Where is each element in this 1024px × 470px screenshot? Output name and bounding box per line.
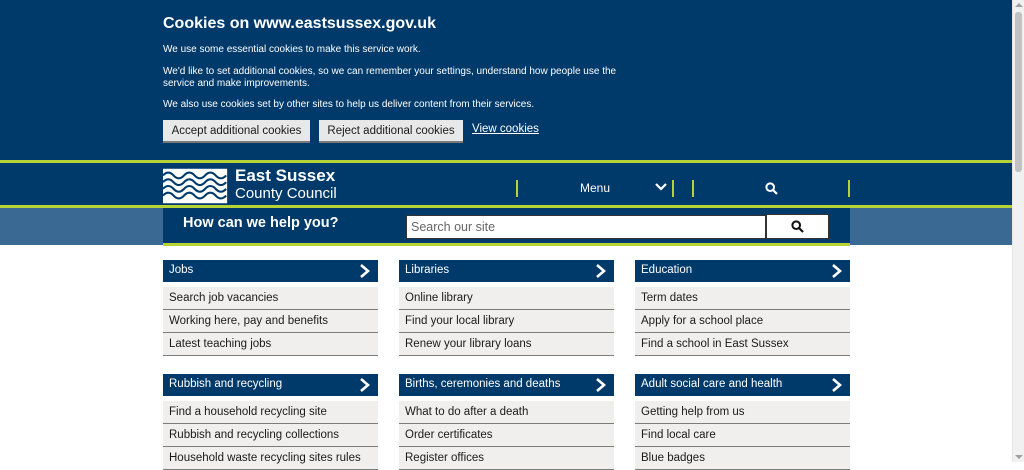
- card-libraries: Libraries Online library Find your local…: [399, 260, 614, 356]
- link-label: Getting help from us: [641, 406, 745, 418]
- card-rubbish-recycling: Rubbish and recycling Find a household r…: [163, 374, 378, 470]
- scroll-down-icon[interactable]: [1015, 455, 1023, 459]
- search-icon: [764, 181, 778, 195]
- logo-text-line1[interactable]: East Sussex: [235, 167, 335, 185]
- page-scrollbar[interactable]: [1012, 0, 1024, 462]
- accept-cookies-button[interactable]: Accept additional cookies: [163, 120, 310, 141]
- card-title: Education: [641, 264, 693, 276]
- link-label: Working here, pay and benefits: [169, 315, 328, 327]
- link-label: Online library: [405, 292, 473, 304]
- list-item[interactable]: Term dates: [635, 287, 850, 310]
- view-cookies-link[interactable]: View cookies: [472, 123, 539, 135]
- logo-text-line2[interactable]: County Council: [235, 185, 337, 202]
- link-label: Find a school in East Sussex: [641, 338, 789, 350]
- list-item[interactable]: Apply for a school place: [635, 310, 850, 333]
- card-title: Rubbish and recycling: [169, 378, 283, 390]
- list-item[interactable]: Household waste recycling sites rules: [163, 447, 378, 470]
- card-header[interactable]: Rubbish and recycling: [163, 374, 378, 396]
- list-item[interactable]: Find your local library: [399, 310, 614, 333]
- list-item[interactable]: Blue badges: [635, 447, 850, 470]
- link-label: Renew your library loans: [405, 338, 532, 350]
- list-item[interactable]: Register offices: [399, 447, 614, 470]
- card-title: Libraries: [405, 264, 450, 276]
- card-education: Education Term dates Apply for a school …: [635, 260, 850, 356]
- card-header[interactable]: Births, ceremonies and deaths: [399, 374, 614, 396]
- card-header[interactable]: Adult social care and health: [635, 374, 850, 396]
- site-search-input[interactable]: [406, 215, 766, 239]
- cookie-banner: Cookies on www.eastsussex.gov.uk We use …: [0, 0, 1012, 160]
- menu-label: Menu: [579, 181, 611, 195]
- search-panel-stripe: [163, 243, 850, 246]
- chevron-right-icon: [596, 378, 606, 392]
- list-item[interactable]: Order certificates: [399, 424, 614, 447]
- chevron-right-icon: [832, 378, 842, 392]
- chevron-down-icon: [655, 183, 667, 191]
- nav-divider: [672, 180, 674, 197]
- help-title: How can we help you?: [183, 215, 339, 231]
- list-item[interactable]: Getting help from us: [635, 401, 850, 424]
- link-label: Household waste recycling sites rules: [169, 452, 361, 464]
- card-adult-social-care: Adult social care and health Getting hel…: [635, 374, 850, 470]
- menu-button[interactable]: Menu: [518, 170, 672, 206]
- list-item[interactable]: Find local care: [635, 424, 850, 447]
- cookie-text-third-party: We also use cookies set by other sites t…: [163, 99, 535, 110]
- card-title: Adult social care and health: [641, 378, 783, 390]
- list-item[interactable]: Rubbish and recycling collections: [163, 424, 378, 447]
- link-label: Find local care: [641, 429, 716, 441]
- scroll-up-icon[interactable]: [1015, 3, 1023, 7]
- list-item[interactable]: Find a household recycling site: [163, 401, 378, 424]
- header-search-button[interactable]: [694, 170, 848, 206]
- site-search-submit-button[interactable]: [766, 214, 829, 239]
- council-logo-waves-icon[interactable]: [163, 168, 230, 204]
- chevron-right-icon: [360, 378, 370, 392]
- link-label: Find a household recycling site: [169, 406, 327, 418]
- card-header[interactable]: Education: [635, 260, 850, 282]
- search-icon: [791, 220, 804, 233]
- list-item[interactable]: Working here, pay and benefits: [163, 310, 378, 333]
- list-item[interactable]: Find a school in East Sussex: [635, 333, 850, 356]
- link-label: Register offices: [405, 452, 485, 464]
- card-jobs: Jobs Search job vacancies Working here, …: [163, 260, 378, 356]
- chevron-right-icon: [596, 264, 606, 278]
- link-label: Latest teaching jobs: [169, 338, 272, 350]
- site-header: [0, 163, 1012, 205]
- card-header[interactable]: Libraries: [399, 260, 614, 282]
- reject-cookies-button[interactable]: Reject additional cookies: [319, 120, 463, 141]
- scrollbar-thumb[interactable]: [1015, 12, 1022, 172]
- link-label: Search job vacancies: [169, 292, 279, 304]
- chevron-right-icon: [832, 264, 842, 278]
- card-header[interactable]: Jobs: [163, 260, 378, 282]
- link-label: Term dates: [641, 292, 698, 304]
- link-label: Blue badges: [641, 452, 705, 464]
- chevron-right-icon: [360, 264, 370, 278]
- list-item[interactable]: Renew your library loans: [399, 333, 614, 356]
- card-births-ceremonies-deaths: Births, ceremonies and deaths What to do…: [399, 374, 614, 470]
- link-label: Order certificates: [405, 429, 493, 441]
- nav-divider: [848, 180, 850, 197]
- list-item[interactable]: Latest teaching jobs: [163, 333, 378, 356]
- list-item[interactable]: Search job vacancies: [163, 287, 378, 310]
- card-title: Jobs: [169, 264, 194, 276]
- cookie-title: Cookies on www.eastsussex.gov.uk: [163, 15, 436, 32]
- card-title: Births, ceremonies and deaths: [405, 378, 561, 390]
- list-item[interactable]: What to do after a death: [399, 401, 614, 424]
- cookie-text-additional: We'd like to set additional cookies, so …: [163, 66, 617, 89]
- list-item[interactable]: Online library: [399, 287, 614, 310]
- link-label: Find your local library: [405, 315, 515, 327]
- link-label: Apply for a school place: [641, 315, 764, 327]
- link-label: Rubbish and recycling collections: [169, 429, 340, 441]
- link-label: What to do after a death: [405, 406, 529, 418]
- cookie-text-essential: We use some essential cookies to make th…: [163, 44, 421, 55]
